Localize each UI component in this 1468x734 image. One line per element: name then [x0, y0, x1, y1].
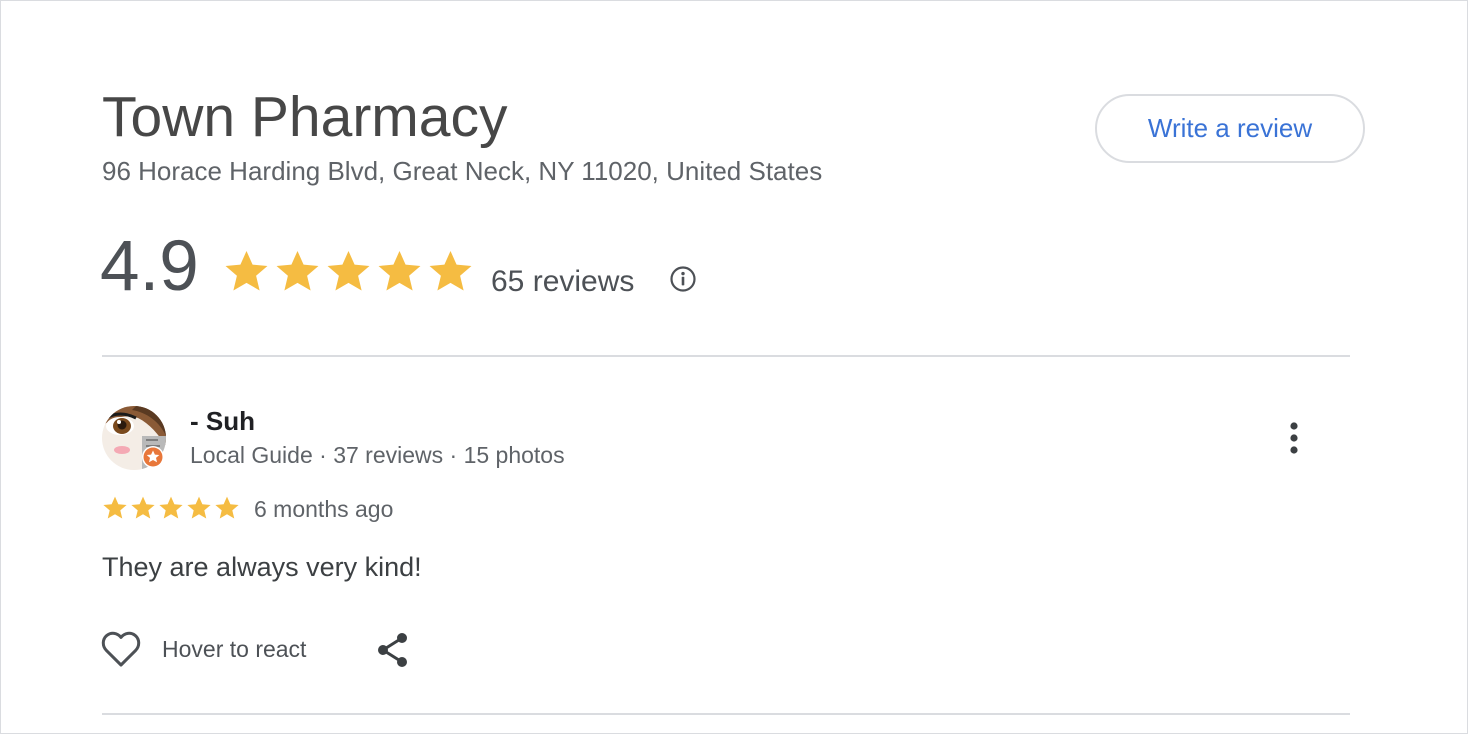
average-rating: 4.9 — [100, 227, 199, 306]
more-vert-icon[interactable] — [1281, 420, 1307, 458]
star-icon — [187, 496, 211, 519]
divider — [102, 355, 1350, 357]
star-icon — [327, 250, 370, 291]
place-address: 96 Horace Harding Blvd, Great Neck, NY 1… — [102, 156, 823, 186]
reviewer-avatar[interactable] — [102, 406, 166, 470]
average-rating-stars — [223, 248, 474, 295]
react-button[interactable]: Hover to react — [100, 629, 306, 669]
star-icon — [215, 496, 239, 519]
info-icon[interactable] — [669, 265, 697, 293]
heart-outline-icon — [101, 631, 141, 667]
react-label: Hover to react — [162, 635, 307, 662]
star-icon — [131, 496, 155, 519]
star-icon — [429, 250, 472, 291]
review-stars — [102, 495, 240, 521]
star-icon — [276, 250, 319, 291]
review-count: 65 reviews — [491, 265, 635, 298]
review-date: 6 months ago — [254, 496, 394, 522]
place-title: Town Pharmacy — [102, 85, 508, 149]
review-text: They are always very kind! — [102, 552, 422, 582]
share-icon[interactable] — [375, 631, 411, 669]
write-review-button[interactable]: Write a review — [1095, 94, 1365, 163]
review-panel: Town Pharmacy 96 Horace Harding Blvd, Gr… — [0, 0, 1468, 734]
star-icon — [103, 496, 127, 519]
star-icon — [378, 250, 421, 291]
divider — [102, 713, 1350, 715]
star-icon — [225, 250, 268, 291]
star-icon — [159, 496, 183, 519]
reviewer-name[interactable]: - Suh — [190, 405, 255, 437]
reviewer-meta: Local Guide · 37 reviews · 15 photos — [190, 442, 565, 468]
